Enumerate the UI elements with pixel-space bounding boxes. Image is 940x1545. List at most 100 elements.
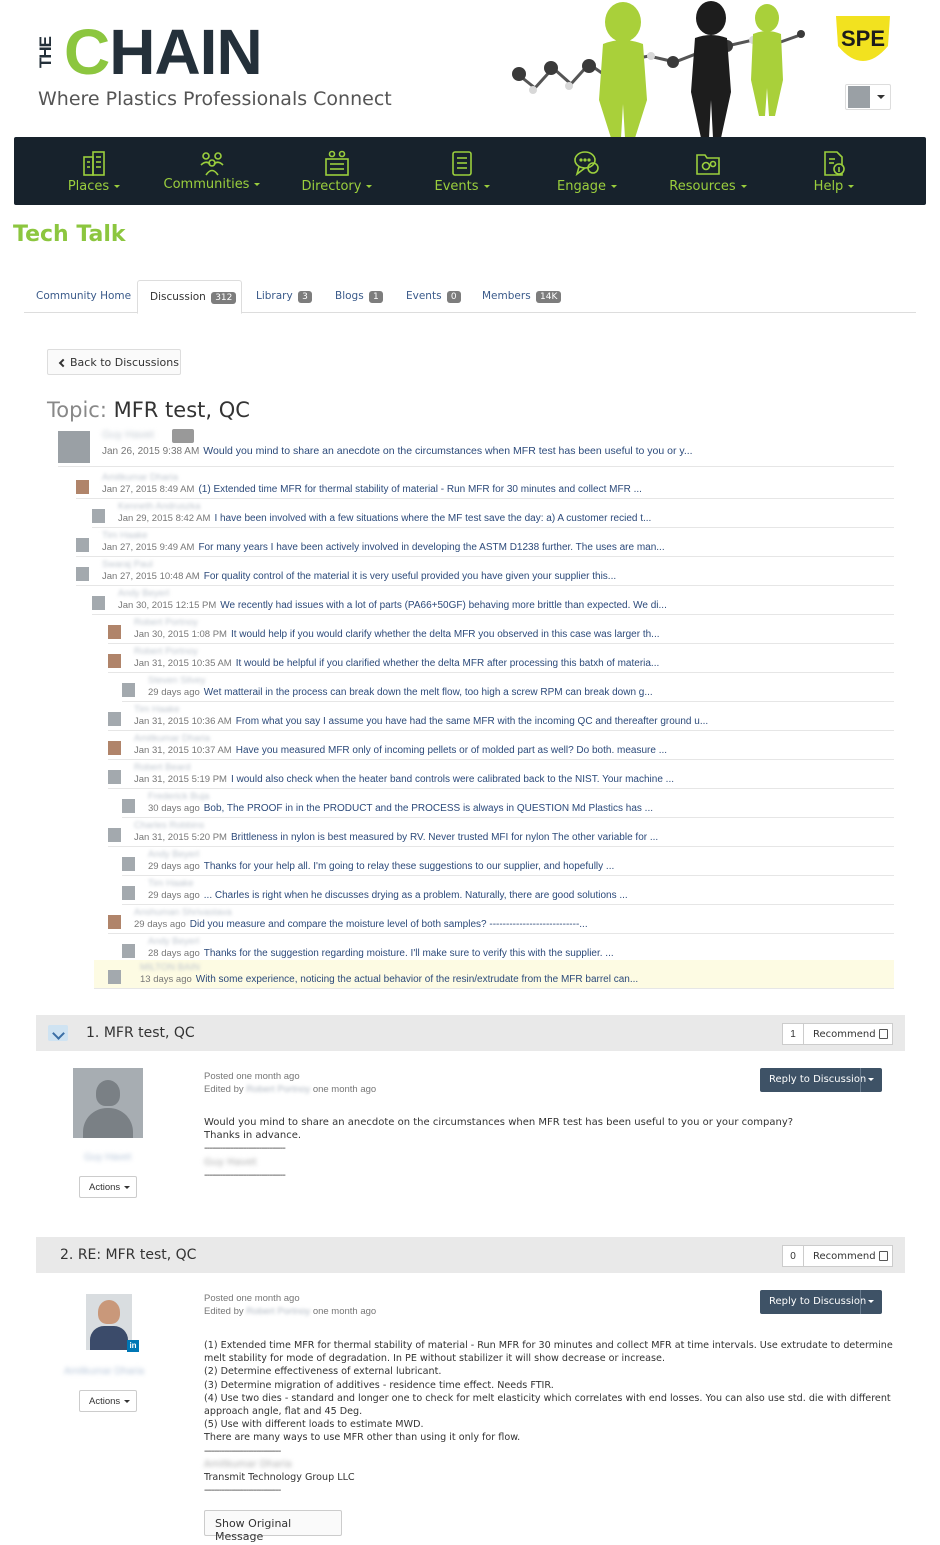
tab-members[interactable]: Members 14K	[470, 280, 573, 313]
author-name[interactable]: Tim Haake	[148, 878, 194, 889]
thread-reply[interactable]: Amitkumar Dharia Jan 27, 2015 8:49 AM (1)…	[76, 470, 894, 499]
author-name[interactable]: Tim Haake	[102, 530, 148, 541]
thread-reply[interactable]: Tim Haake Jan 27, 2015 9:49 AM For many y…	[76, 528, 894, 557]
author-name[interactable]: Amitkumar Dharia	[134, 733, 210, 744]
the-chain-logo[interactable]: THE CHAIN Where Plastics Professionals C…	[36, 14, 396, 114]
avatar[interactable]	[73, 1068, 143, 1138]
tab-events[interactable]: Events 0	[394, 280, 473, 313]
chain-figures-illustration	[512, 1, 805, 138]
author-name[interactable]: Robert Beard	[134, 762, 191, 773]
recommend-button[interactable]: Recommend	[803, 1023, 893, 1045]
thread-reply[interactable]: Tim Haake Jan 31, 2015 10:36 AM From what…	[108, 702, 894, 731]
recommend-button[interactable]: Recommend	[803, 1245, 893, 1267]
thread-reply[interactable]: Anshuman Shrivastava 29 days ago Did you …	[108, 905, 894, 934]
thread-reply[interactable]: Robert Portnoy Jan 31, 2015 10:35 AM It w…	[108, 644, 894, 673]
nav-help[interactable]: Help	[796, 137, 872, 205]
chevron-down-icon[interactable]	[868, 1300, 874, 1303]
message-excerpt[interactable]: Would you mind to share an anecdote on t…	[203, 445, 692, 457]
message-date: Jan 31, 2015 10:37 AM	[134, 745, 232, 756]
nav-engage[interactable]: Engage	[547, 137, 627, 205]
author-name[interactable]: Anshuman Shrivastava	[134, 907, 232, 918]
user-account-menu[interactable]	[845, 84, 891, 110]
reply-to-discussion-button[interactable]: Reply to Discussion	[760, 1068, 882, 1092]
message-excerpt[interactable]: For many years I have been actively invo…	[198, 542, 664, 553]
nav-directory[interactable]: Directory	[297, 137, 377, 205]
reply-to-discussion-button[interactable]: Reply to Discussion	[760, 1290, 882, 1314]
thread-root-message[interactable]: Guy Havet Jan 26, 2015 9:38 AM Would you …	[58, 425, 894, 467]
editor-name[interactable]: Robert Portnoy	[246, 1306, 310, 1317]
author-name[interactable]: Robert Portnoy	[134, 646, 198, 657]
message-excerpt[interactable]: For quality control of the material it i…	[204, 571, 616, 582]
author-name[interactable]: Kenneth Andruszka	[118, 501, 200, 512]
message-excerpt[interactable]: Brittleness in nylon is best measured by…	[231, 832, 658, 843]
thread-reply[interactable]: Amitkumar Dharia Jan 31, 2015 10:37 AM Ha…	[108, 731, 894, 760]
thread-reply[interactable]: Andy Beyerl Jan 30, 2015 12:15 PM We rece…	[92, 586, 894, 615]
chevron-down-icon	[877, 95, 885, 99]
message-excerpt[interactable]: With some experience, noticing the actua…	[196, 974, 638, 985]
thread-reply[interactable]: Swaraj Paul Jan 27, 2015 10:48 AM For qua…	[76, 557, 894, 586]
author-name[interactable]: Amitkumar Dharia	[102, 472, 178, 483]
thread-reply[interactable]: Robert Beard Jan 31, 2015 5:19 PM I would…	[108, 760, 894, 789]
author-name[interactable]: Swaraj Paul	[102, 559, 153, 570]
tab-community-home[interactable]: Community Home	[24, 280, 143, 313]
author-name[interactable]: Andy Beyerl	[118, 588, 169, 599]
message-excerpt[interactable]: Have you measured MFR only of incoming p…	[236, 745, 667, 756]
author-name[interactable]: Charles Robbins	[134, 820, 204, 831]
post-body: (1) Extended time MFR for thermal stabil…	[204, 1339, 894, 1497]
message-excerpt[interactable]: Did you measure and compare the moisture…	[190, 919, 588, 930]
linkedin-icon[interactable]: in	[127, 1340, 139, 1352]
chevron-down-icon[interactable]	[868, 1078, 874, 1081]
tab-label: Discussion	[150, 291, 206, 303]
author-name[interactable]: Tim Haake	[134, 704, 180, 715]
message-excerpt[interactable]: Thanks for the suggestion regarding mois…	[204, 948, 614, 959]
thread-reply[interactable]: Kenneth Andruszka Jan 29, 2015 8:42 AM I …	[92, 499, 894, 528]
message-excerpt[interactable]: I would also check when the heater band …	[231, 774, 674, 785]
avatar	[92, 596, 105, 610]
message-excerpt[interactable]: We recently had issues with a lot of par…	[220, 600, 667, 611]
message-excerpt[interactable]: It would be helpful if you clarified whe…	[236, 658, 660, 669]
nav-places[interactable]: Places	[59, 137, 129, 205]
tab-library[interactable]: Library 3	[244, 280, 324, 313]
message-date: 29 days ago	[134, 919, 186, 930]
message-excerpt[interactable]: From what you say I assume you have had …	[236, 716, 708, 727]
editor-name[interactable]: Robert Portnoy	[246, 1084, 310, 1095]
author-name[interactable]: Andy Beyerl	[148, 936, 199, 947]
message-excerpt[interactable]: ... Charles is right when he discusses d…	[204, 890, 628, 901]
nav-resources[interactable]: Resources	[662, 137, 754, 205]
author-name[interactable]: Frederick Buja	[148, 791, 209, 802]
thread-tree: Guy Havet Jan 26, 2015 9:38 AM Would you …	[58, 425, 894, 990]
author-name[interactable]: Andy Beyerl	[148, 849, 199, 860]
message-excerpt[interactable]: It would help if you would clarify wheth…	[231, 629, 660, 640]
author-name[interactable]: Steven Silvey	[148, 675, 206, 686]
message-excerpt[interactable]: Bob, The PROOF in in the PRODUCT and the…	[204, 803, 653, 814]
recommend-count: 0	[782, 1245, 804, 1267]
message-excerpt[interactable]: Wet matterail in the process can break d…	[204, 687, 653, 698]
author-name[interactable]: Guy Havet	[102, 429, 154, 441]
edited-prefix: Edited by	[204, 1306, 244, 1317]
back-to-discussions-button[interactable]: Back to Discussions	[47, 349, 181, 375]
nav-events[interactable]: Events	[424, 137, 500, 205]
message-excerpt[interactable]: (1) Extended time MFR for thermal stabil…	[198, 484, 641, 495]
message-excerpt[interactable]: Thanks for your help all. I'm going to r…	[204, 861, 614, 872]
spe-badge-logo[interactable]: SPE	[832, 12, 894, 72]
thread-reply[interactable]: Robert Portnoy Jan 30, 2015 1:08 PM It wo…	[108, 615, 894, 644]
tab-blogs[interactable]: Blogs 1	[323, 280, 395, 313]
actions-button[interactable]: Actions	[79, 1176, 137, 1198]
thread-reply[interactable]: Frederick Buja 30 days ago Bob, The PROOF…	[122, 789, 894, 818]
author-name[interactable]: Amitkumar Dharia	[64, 1366, 144, 1377]
show-original-message-button[interactable]: Show Original Message	[204, 1510, 342, 1543]
avatar[interactable]	[86, 1294, 132, 1350]
tab-discussion[interactable]: Discussion 312	[137, 280, 242, 314]
nav-communities[interactable]: Communities	[162, 137, 262, 205]
author-name[interactable]: Robert Portnoy	[134, 617, 198, 628]
author-name[interactable]: MILTON BAIN	[140, 962, 200, 973]
thread-reply[interactable]: Tim Haake 29 days ago ... Charles is righ…	[122, 876, 894, 905]
thread-reply[interactable]: Charles Robbins Jan 31, 2015 5:20 PM Brit…	[108, 818, 894, 847]
thread-reply[interactable]: Andy Beyerl 29 days ago Thanks for your h…	[122, 847, 894, 876]
thread-reply[interactable]: Steven Silvey 29 days ago Wet matterail i…	[122, 673, 894, 702]
author-name[interactable]: Guy Havet	[84, 1152, 131, 1163]
actions-button[interactable]: Actions	[79, 1390, 137, 1412]
thread-reply[interactable]: Andy Beyerl 28 days ago Thanks for the su…	[122, 934, 894, 963]
thread-reply-current[interactable]: MILTON BAIN 13 days ago With some experie…	[94, 960, 894, 989]
message-excerpt[interactable]: I have been involved with a few situatio…	[214, 513, 651, 524]
